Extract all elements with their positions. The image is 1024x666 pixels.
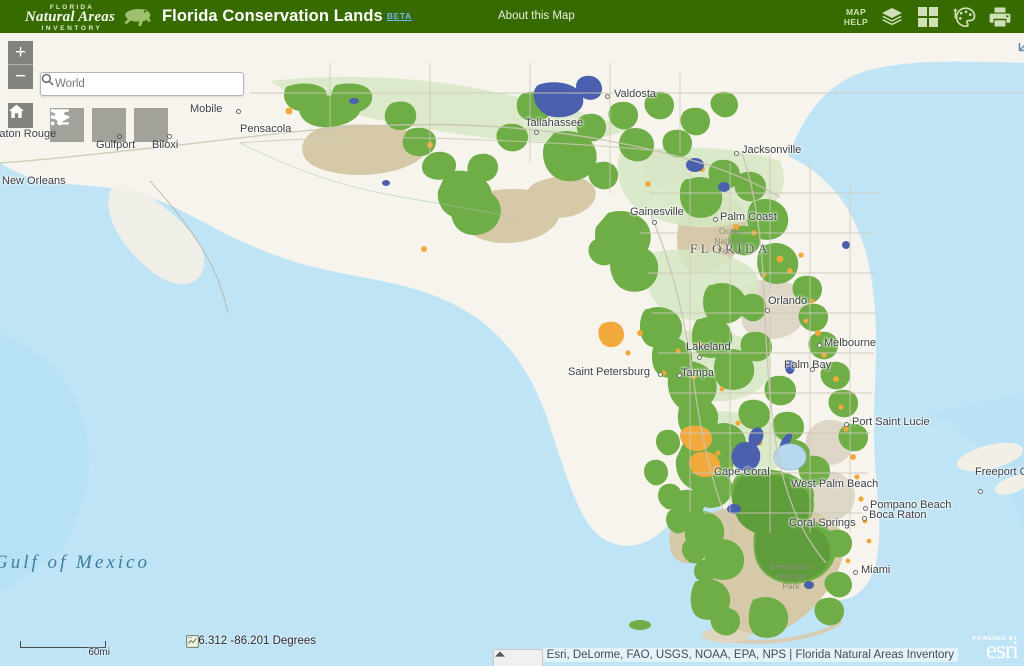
city-marker-dot [765, 308, 770, 313]
fnai-logo-text: FLORIDA Natural Areas INVENTORY [22, 2, 118, 32]
map-application: FLORIDA Natural Areas INVENTORY Florida … [0, 0, 1024, 666]
palette-icon[interactable] [946, 0, 982, 33]
gulf-of-mexico-label: Gulf of Mexico [0, 552, 150, 574]
city-marker-dot [817, 343, 822, 348]
search-box[interactable] [40, 72, 244, 96]
home-button[interactable] [8, 103, 33, 128]
city-label: Port Saint Lucie [852, 416, 930, 428]
beta-badge[interactable]: BETA [387, 11, 412, 21]
coordinate-readout[interactable]: 26.312 -86.201 Degrees [186, 635, 316, 647]
city-label: Mobile [190, 103, 222, 115]
park-label-everglades: Everglades National Park [760, 561, 822, 591]
city-label: Miami [861, 564, 890, 576]
coordinate-value: 26.312 -86.201 Degrees [192, 635, 316, 647]
about-this-map-link[interactable]: About this Map [498, 10, 575, 22]
zoom-in-label: + [15, 44, 26, 62]
scale-bar: 60mi [20, 641, 106, 648]
city-marker-dot [978, 489, 983, 494]
logo-line-inventory: INVENTORY [30, 25, 114, 32]
scale-bar-label: 60mi [88, 647, 110, 658]
page-title-text: Florida Conservation Lands [162, 7, 383, 25]
zoom-in-button[interactable]: + [8, 41, 33, 65]
map-help-line2: HELP [838, 17, 874, 27]
city-marker-dot [697, 355, 702, 360]
layers-icon[interactable] [874, 0, 910, 33]
city-label: New Orleans [2, 175, 66, 187]
city-marker-dot [605, 94, 610, 99]
zoom-out-button[interactable]: − [8, 65, 33, 89]
city-marker-dot [677, 373, 682, 378]
city-label: Tallahassee [525, 117, 583, 129]
filter-funnel-icon[interactable] [92, 108, 126, 142]
city-label: Freeport City [975, 466, 1024, 478]
fnai-logo[interactable]: FLORIDA Natural Areas INVENTORY [22, 1, 148, 32]
city-label: Saint Petersburg [568, 366, 650, 378]
printer-icon[interactable] [982, 0, 1018, 33]
city-label: Palm Coast [720, 211, 777, 223]
esri-wordmark: esri [972, 639, 1018, 663]
city-label: Pensacola [240, 123, 291, 135]
attribute-panel-handle[interactable] [493, 649, 543, 666]
city-marker-dot [863, 506, 868, 511]
search-input[interactable] [55, 78, 215, 90]
city-label: Orlando [768, 295, 807, 307]
city-label: Jacksonville [742, 144, 801, 156]
esri-logo[interactable]: POWERED BY esri [972, 636, 1018, 663]
city-marker-dot [713, 217, 718, 222]
city-label: Valdosta [614, 88, 656, 100]
city-label: West Palm Beach [791, 478, 878, 490]
city-label: Palm Bay [784, 359, 831, 371]
city-marker-dot [534, 130, 539, 135]
city-marker-dot [853, 570, 858, 575]
map-canvas[interactable]: Gulf of Mexico FLORIDA Ocala National Fo… [0, 33, 1024, 666]
map-help-button[interactable]: MAP HELP [838, 0, 874, 33]
city-label: Gainesville [630, 206, 684, 218]
park-label-ocala: Ocala National Forest [700, 226, 760, 256]
city-label: Melbourne [824, 337, 876, 349]
city-label: Lakeland [686, 341, 731, 353]
basemap-grid-icon[interactable] [910, 0, 946, 33]
zoom-out-label: − [15, 68, 26, 86]
layer-swipe-icon[interactable] [134, 108, 168, 142]
map-attribution[interactable]: Esri, DeLorme, FAO, USGS, NOAA, EPA, NPS… [543, 648, 958, 662]
city-label: Tampa [681, 367, 714, 379]
app-header: FLORIDA Natural Areas INVENTORY Florida … [0, 0, 1024, 33]
frog-icon [122, 5, 152, 32]
city-marker-dot [844, 422, 849, 427]
city-label: Coral Springs [789, 517, 856, 529]
city-marker-dot [862, 516, 867, 521]
city-marker-dot [734, 151, 739, 156]
map-help-line1: MAP [838, 7, 874, 17]
city-label: Baton Rouge [0, 128, 56, 140]
header-tool-group: MAP HELP [838, 0, 1018, 33]
city-label: Boca Raton [869, 509, 926, 521]
city-marker-dot [236, 109, 241, 114]
city-marker-dot [658, 372, 663, 377]
logo-line-natural-areas: Natural Areas [22, 9, 118, 26]
map-tool-group [50, 108, 168, 142]
page-title: Florida Conservation Lands BETA [162, 7, 412, 26]
city-marker-dot [652, 220, 657, 225]
city-label: Cape Coral [714, 466, 770, 478]
city-marker-dot [810, 367, 815, 372]
